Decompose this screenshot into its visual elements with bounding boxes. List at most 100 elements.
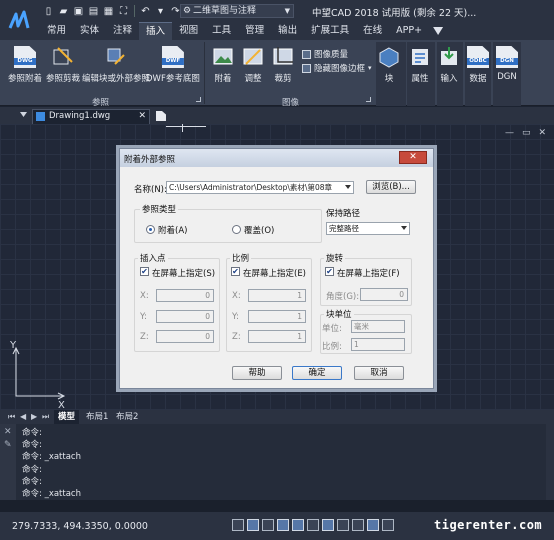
pencil-icon[interactable]: ✎ (4, 440, 12, 450)
close-icon[interactable]: ✕ (138, 110, 146, 123)
menu-bar: 常用 实体 注释 插入 视图 工具 管理 输出 扩展工具 在线 APP+ (40, 22, 554, 40)
image-quality-button[interactable]: 图像质量 (302, 48, 348, 60)
zoom-extents-icon[interactable]: ⛶ (117, 5, 130, 18)
ortho-icon[interactable] (262, 519, 274, 531)
ribbon-toggle-icon[interactable] (433, 27, 444, 35)
otrack-icon[interactable] (307, 519, 319, 531)
tab-app-plus[interactable]: APP+ (389, 22, 429, 40)
tab-extensions[interactable]: 扩展工具 (304, 22, 356, 40)
insertion-point-title: 插入点 (138, 252, 168, 264)
chevron-down-icon: ▾ (368, 64, 372, 72)
edit-block-reference-button[interactable]: 编辑块或外部参照 (82, 46, 150, 84)
close-icon[interactable]: ✕ (4, 427, 12, 437)
panel-expand-icon[interactable] (196, 97, 201, 102)
scale-y-input[interactable]: 1 (248, 310, 306, 323)
command-line: 命令: (22, 465, 42, 475)
import-button[interactable]: 输入 (438, 46, 460, 84)
name-label: 名称(N): (134, 185, 167, 195)
scale-x-label: X: (232, 291, 241, 301)
command-input[interactable] (0, 500, 554, 512)
open-folder-icon[interactable]: ▰ (57, 5, 70, 18)
scale-onscreen-checkbox[interactable]: ✔ (231, 267, 240, 276)
dialog-title-bar[interactable]: 附着外部参照 ✕ (120, 149, 433, 167)
undo-dropdown-icon[interactable]: ▾ (154, 5, 167, 18)
data-button[interactable]: ODBC 数据 (467, 46, 489, 84)
clip-reference-button[interactable]: 参照剪裁 (46, 46, 80, 84)
tab-view[interactable]: 视图 (172, 22, 205, 40)
tab-layout2[interactable]: 布局2 (112, 410, 142, 424)
overlay-radio[interactable] (232, 225, 241, 234)
next-layout-icon[interactable]: ▶ (31, 412, 37, 421)
insertion-y-input[interactable]: 0 (156, 310, 214, 323)
browse-button[interactable]: 浏览(B)... (366, 180, 416, 194)
clip-icon (52, 46, 74, 68)
osnap-icon[interactable] (292, 519, 304, 531)
close-icon[interactable]: ✕ (538, 128, 546, 138)
model-space-icon[interactable] (352, 519, 364, 531)
first-layout-icon[interactable]: ⏮ (8, 412, 15, 422)
workspace-dropdown[interactable]: ⚙ 二维草图与注释 ▼ (180, 4, 294, 18)
image-clip-button[interactable]: 裁剪 (272, 46, 294, 84)
tab-output[interactable]: 输出 (271, 22, 304, 40)
dialog-close-button[interactable]: ✕ (399, 151, 427, 164)
command-scrollbar[interactable] (546, 424, 554, 500)
lineweight-icon[interactable] (322, 519, 334, 531)
tab-annotate[interactable]: 注释 (106, 22, 139, 40)
undo-icon[interactable]: ↶ (139, 5, 152, 18)
tab-solid[interactable]: 实体 (73, 22, 106, 40)
maximize-icon[interactable]: ▭ (522, 128, 531, 138)
new-file-icon[interactable]: ▯ (42, 5, 55, 18)
minimize-icon[interactable]: — (505, 128, 514, 138)
insertion-z-input[interactable]: 0 (156, 330, 214, 343)
tab-insert[interactable]: 插入 (139, 22, 173, 40)
attribute-button[interactable]: 属性 (409, 46, 431, 84)
dynamic-input-icon[interactable] (337, 519, 349, 531)
tab-home[interactable]: 常用 (40, 22, 73, 40)
dwf-underlay-button[interactable]: DWF DWF参考底图 (146, 46, 200, 84)
tab-layout1[interactable]: 布局1 (82, 410, 112, 424)
print-icon[interactable]: ▦ (102, 5, 115, 18)
tab-manage[interactable]: 管理 (238, 22, 271, 40)
annotation-scale-icon[interactable] (367, 519, 379, 531)
rotation-angle-input[interactable]: 0 (360, 288, 408, 301)
drawing-window-controls: — ▭ ✕ (505, 128, 546, 138)
document-tab[interactable]: Drawing1.dwg ✕ (32, 109, 150, 124)
insertion-point-onscreen-checkbox[interactable]: ✔ (140, 267, 149, 276)
name-dropdown[interactable]: C:\Users\Administrator\Desktop\素材\第08章 (166, 181, 354, 194)
last-layout-icon[interactable]: ⏭ (42, 412, 49, 422)
image-attach-button[interactable]: 附着 (212, 46, 234, 84)
scale-z-input[interactable]: 1 (248, 330, 306, 343)
polar-icon[interactable] (277, 519, 289, 531)
insertion-x-label: X: (140, 291, 149, 301)
help-button[interactable]: 帮助 (232, 366, 282, 380)
ok-button[interactable]: 确定 (292, 366, 342, 380)
path-type-dropdown[interactable]: 完整路径 (326, 222, 410, 235)
tab-model[interactable]: 模型 (54, 410, 80, 424)
new-drawing-icon[interactable] (156, 111, 166, 121)
cancel-button[interactable]: 取消 (354, 366, 404, 380)
attach-reference-button[interactable]: DWG 参照附着 (8, 46, 42, 84)
save-icon[interactable]: ▣ (72, 5, 85, 18)
grid-icon[interactable] (247, 519, 259, 531)
block-button[interactable]: 块 (378, 46, 400, 84)
command-line: 命令: _xattach (22, 489, 81, 499)
hide-image-frame-button[interactable]: 隐藏图像边框 ▾ (302, 62, 372, 74)
app-menu-button[interactable] (0, 0, 40, 44)
workspace-icon[interactable] (382, 519, 394, 531)
ucs-icon: Y X (10, 340, 70, 410)
panel-expand-icon[interactable] (366, 97, 371, 102)
scale-x-input[interactable]: 1 (248, 289, 306, 302)
insertion-x-input[interactable]: 0 (156, 289, 214, 302)
rotation-title: 旋转 (324, 252, 346, 264)
save-as-icon[interactable]: ▤ (87, 5, 100, 18)
snap-icon[interactable] (232, 519, 244, 531)
command-line: 命令: (22, 440, 42, 450)
attach-radio[interactable] (146, 225, 155, 234)
rotation-onscreen-checkbox[interactable]: ✔ (325, 267, 334, 276)
prev-layout-icon[interactable]: ◀ (20, 412, 26, 421)
tab-tools[interactable]: 工具 (205, 22, 238, 40)
tab-online[interactable]: 在线 (356, 22, 389, 40)
chevron-down-icon[interactable] (20, 112, 27, 117)
image-adjust-button[interactable]: 调整 (242, 46, 264, 84)
dgn-button[interactable]: DGN DGN (496, 46, 518, 82)
